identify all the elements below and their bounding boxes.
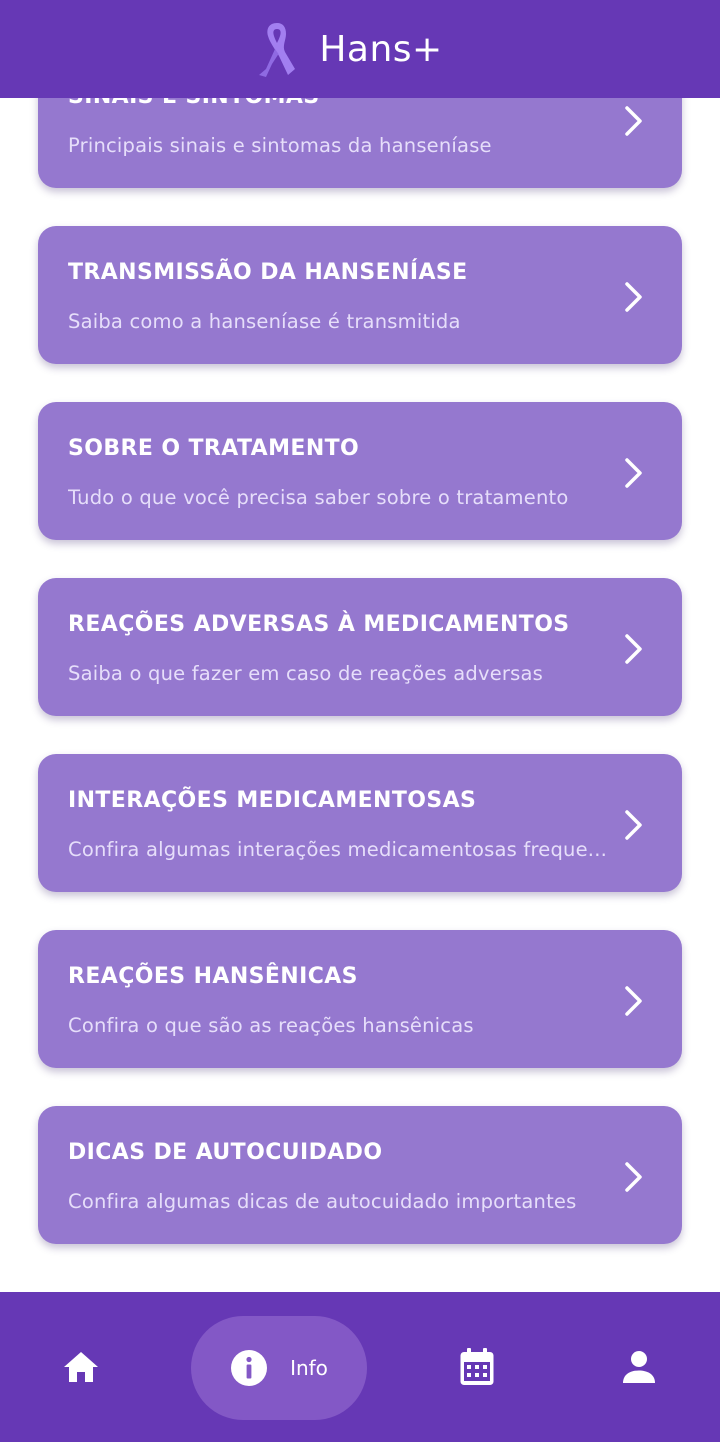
app-title: Hans+ xyxy=(319,28,443,70)
card-dicas-autocuidado[interactable]: DICAS DE AUTOCUIDADO Confira algumas dic… xyxy=(38,1106,682,1244)
card-transmissao[interactable]: TRANSMISSÃO DA HANSENÍASE Saiba como a h… xyxy=(38,226,682,364)
card-reacoes-adversas[interactable]: REAÇÕES ADVERSAS À MEDICAMENTOS Saiba o … xyxy=(38,578,682,716)
info-content-list[interactable]: SINAIS E SINTOMAS Principais sinais e si… xyxy=(0,0,720,1292)
card-subtitle: Principais sinais e sintomas da hansenía… xyxy=(68,134,492,157)
chevron-right-icon xyxy=(625,1162,642,1192)
card-interacoes-medicamentosas[interactable]: INTERAÇÕES MEDICAMENTOSAS Confira alguma… xyxy=(38,754,682,892)
card-subtitle: Saiba o que fazer em caso de reações adv… xyxy=(68,662,544,685)
home-icon xyxy=(64,1352,98,1382)
nav-info-label: Info xyxy=(290,1356,328,1380)
chevron-right-icon xyxy=(625,106,642,136)
chevron-right-icon xyxy=(625,458,642,488)
calendar-icon xyxy=(460,1348,494,1385)
card-title: SOBRE O TRATAMENTO xyxy=(68,436,360,461)
card-title: REAÇÕES HANSÊNICAS xyxy=(68,964,358,989)
app-logo: Hans+ xyxy=(257,19,442,79)
nav-info-button[interactable]: Info xyxy=(191,1316,367,1420)
nav-home-button[interactable] xyxy=(40,1292,122,1442)
card-subtitle: Confira o que são as reações hansênicas xyxy=(68,1014,474,1037)
chevron-right-icon xyxy=(625,282,642,312)
card-subtitle: Confira algumas interações medicamentosa… xyxy=(68,838,607,861)
card-title: DICAS DE AUTOCUIDADO xyxy=(68,1140,383,1165)
card-subtitle: Tudo o que você precisa saber sobre o tr… xyxy=(68,486,569,509)
card-title: REAÇÕES ADVERSAS À MEDICAMENTOS xyxy=(68,612,570,637)
card-title: INTERAÇÕES MEDICAMENTOSAS xyxy=(68,788,477,813)
chevron-right-icon xyxy=(625,986,642,1016)
chevron-right-icon xyxy=(625,634,642,664)
person-icon xyxy=(623,1351,655,1383)
bottom-navigation: Info xyxy=(0,1292,720,1442)
nav-calendar-button[interactable] xyxy=(436,1292,518,1442)
awareness-ribbon-icon xyxy=(259,23,296,77)
info-icon xyxy=(231,1350,268,1386)
card-subtitle: Confira algumas dicas de autocuidado imp… xyxy=(68,1190,577,1213)
chevron-right-icon xyxy=(625,810,642,840)
app-header: Hans+ xyxy=(0,0,720,98)
card-tratamento[interactable]: SOBRE O TRATAMENTO Tudo o que você preci… xyxy=(38,402,682,540)
card-title: TRANSMISSÃO DA HANSENÍASE xyxy=(68,260,468,285)
card-subtitle: Saiba como a hanseníase é transmitida xyxy=(68,310,461,333)
nav-profile-button[interactable] xyxy=(598,1292,680,1442)
card-reacoes-hansenicas[interactable]: REAÇÕES HANSÊNICAS Confira o que são as … xyxy=(38,930,682,1068)
